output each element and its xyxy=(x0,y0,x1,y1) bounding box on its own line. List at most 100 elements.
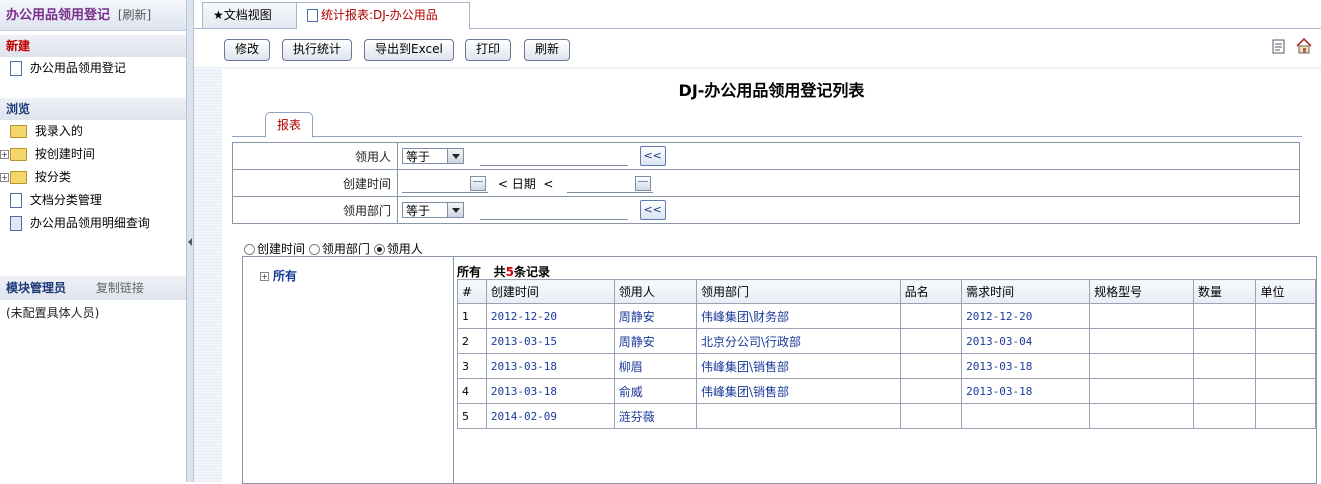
radio-label: 领用人 xyxy=(386,242,423,256)
table-cell: 2013-03-18 xyxy=(961,378,1091,404)
expand-icon[interactable]: + xyxy=(0,173,9,182)
tab-label: 统计报表:DJ-办公用品 xyxy=(321,8,438,22)
browse-detail-query[interactable]: 办公用品领用明细查询 xyxy=(0,212,186,235)
table-cell[interactable]: 周静安 xyxy=(613,303,697,329)
filter-row-dept: 领用部门 等于 << xyxy=(232,196,1300,224)
table-cell xyxy=(1192,353,1257,379)
report-title: DJ-办公用品领用登记列表 xyxy=(678,81,865,100)
filter-label-created: 创建时间 xyxy=(232,169,398,197)
radio-circle[interactable] xyxy=(308,244,320,255)
radio-created-time[interactable]: 创建时间 xyxy=(244,242,305,256)
table-cell[interactable]: 柳眉 xyxy=(613,353,697,379)
col-header[interactable]: 创建时间 xyxy=(485,279,615,304)
table-cell[interactable]: 周静安 xyxy=(613,328,697,354)
copy-link[interactable]: 复制链接 xyxy=(96,281,144,295)
module-header: 办公用品领用登记 [刷新] xyxy=(0,0,186,31)
table-cell[interactable]: 2013-03-18 xyxy=(485,353,615,379)
folder-icon xyxy=(10,171,27,184)
recipient-input[interactable] xyxy=(479,147,628,166)
expand-icon[interactable]: + xyxy=(260,272,269,281)
table-cell: 2012-12-20 xyxy=(961,303,1091,329)
col-header[interactable]: 品名 xyxy=(899,279,963,304)
table-cell xyxy=(1255,378,1316,404)
table-cell xyxy=(899,328,963,354)
table-cell xyxy=(1255,303,1316,329)
home-icon[interactable] xyxy=(1295,37,1313,55)
table-cell[interactable]: 俞威 xyxy=(613,378,697,404)
new-item-office-supply[interactable]: 办公用品领用登记 xyxy=(0,57,186,80)
filter-label-recipient: 领用人 xyxy=(232,142,398,170)
col-header[interactable]: # xyxy=(457,279,487,304)
table-cell[interactable]: 2014-02-09 xyxy=(485,403,615,429)
table-cell[interactable]: 2012-12-20 xyxy=(485,303,615,329)
browse-by-category[interactable]: + 按分类 xyxy=(0,166,186,189)
dept-input[interactable] xyxy=(479,201,628,220)
col-header[interactable]: 数量 xyxy=(1192,279,1257,304)
table-cell[interactable]: 2013-03-18 xyxy=(485,378,615,404)
date-word: 日期 xyxy=(511,176,536,191)
result-panel: 所有 共5条记录 # 创建时间 领用人 领用部门 品名 需求时间 规格型号 数量 xyxy=(453,256,1317,484)
expand-icon[interactable]: + xyxy=(0,150,9,159)
table-cell[interactable]: 2013-03-15 xyxy=(485,328,615,354)
table-cell xyxy=(899,353,963,379)
col-header[interactable]: 单位 xyxy=(1255,279,1316,304)
dept-pick-button[interactable]: << xyxy=(639,200,666,220)
table-row[interactable]: 3 2013-03-18 柳眉 伟峰集团\销售部 2013-03-18 xyxy=(457,353,1316,379)
print-button[interactable]: 打印 xyxy=(465,39,512,61)
table-cell xyxy=(899,403,963,429)
radio-recipient[interactable]: 领用人 xyxy=(373,242,423,256)
table-cell: 3 xyxy=(457,353,487,379)
tab-report[interactable]: 报表 xyxy=(265,112,313,138)
select-value: 等于 xyxy=(406,204,431,218)
select-value: 等于 xyxy=(406,150,431,164)
date-to-input[interactable] xyxy=(567,174,654,193)
collapse-arrow-icon[interactable] xyxy=(188,238,192,246)
table-cell xyxy=(1089,303,1194,329)
browse-item-label: 按分类 xyxy=(34,170,71,184)
dept-operator-select[interactable]: 等于 xyxy=(402,202,464,218)
calendar-icon[interactable] xyxy=(470,175,486,191)
date-from-input[interactable] xyxy=(402,174,488,193)
filter-row-recipient: 领用人 等于 << xyxy=(232,142,1300,170)
table-row[interactable]: 5 2014-02-09 涟芬薇 xyxy=(457,403,1316,429)
content-area: DJ-办公用品领用登记列表 报表 领用人 等于 << 创建时间 < 日期 < 领… xyxy=(194,67,1321,484)
tab-label: ★文档视图 xyxy=(213,8,272,22)
date-range-label: < 日期 < xyxy=(498,175,554,192)
list-icon[interactable] xyxy=(1270,37,1288,55)
run-stats-button[interactable]: 执行统计 xyxy=(282,39,353,61)
table-row[interactable]: 1 2012-12-20 周静安 伟峰集团\财务部 2012-12-20 xyxy=(457,303,1316,329)
export-excel-button[interactable]: 导出到Excel xyxy=(364,39,454,61)
tab-bar: ★文档视图 统计报表:DJ-办公用品 xyxy=(194,0,1321,29)
tab-stats-report[interactable]: 统计报表:DJ-办公用品 xyxy=(296,2,470,29)
recipient-pick-button[interactable]: << xyxy=(639,146,666,166)
col-header[interactable]: 领用部门 xyxy=(695,279,901,304)
calendar-icon[interactable] xyxy=(635,175,652,191)
radio-dept[interactable]: 领用部门 xyxy=(308,242,370,256)
refresh-button[interactable]: 刷新 xyxy=(524,39,571,61)
table-row[interactable]: 4 2013-03-18 俞威 伟峰集团\销售部 2013-03-18 xyxy=(457,378,1316,404)
browse-by-created-time[interactable]: + 按创建时间 xyxy=(0,143,186,166)
browse-section-header: 浏览 xyxy=(0,98,186,120)
module-admin-header: 模块管理员 复制链接 xyxy=(0,276,186,300)
panel-splitter[interactable] xyxy=(186,0,194,482)
folder-icon xyxy=(10,148,27,161)
table-cell xyxy=(1192,403,1257,429)
col-header[interactable]: 领用人 xyxy=(613,279,697,304)
filter-label-dept: 领用部门 xyxy=(232,196,398,224)
tab-document-view[interactable]: ★文档视图 xyxy=(202,2,298,28)
browse-doc-category-mgmt[interactable]: 文档分类管理 xyxy=(0,189,186,212)
browse-my-entries[interactable]: 我录入的 xyxy=(0,120,186,143)
col-header[interactable]: 需求时间 xyxy=(961,279,1091,304)
col-header[interactable]: 规格型号 xyxy=(1089,279,1194,304)
table-row[interactable]: 2 2013-03-15 周静安 北京分公司\行政部 2013-03-04 xyxy=(457,328,1316,354)
radio-circle[interactable] xyxy=(244,244,255,255)
refresh-link[interactable]: [刷新] xyxy=(118,8,151,22)
radio-circle-selected[interactable] xyxy=(373,244,385,255)
summary-suffix: 条记录 xyxy=(513,265,550,279)
table-cell: 北京分公司\行政部 xyxy=(695,328,901,354)
table-cell[interactable]: 涟芬薇 xyxy=(613,403,697,429)
recipient-operator-select[interactable]: 等于 xyxy=(402,148,464,164)
tree-root-all[interactable]: + 所有 xyxy=(260,267,297,284)
edit-button[interactable]: 修改 xyxy=(224,39,271,61)
tree-root-label: 所有 xyxy=(273,269,298,283)
